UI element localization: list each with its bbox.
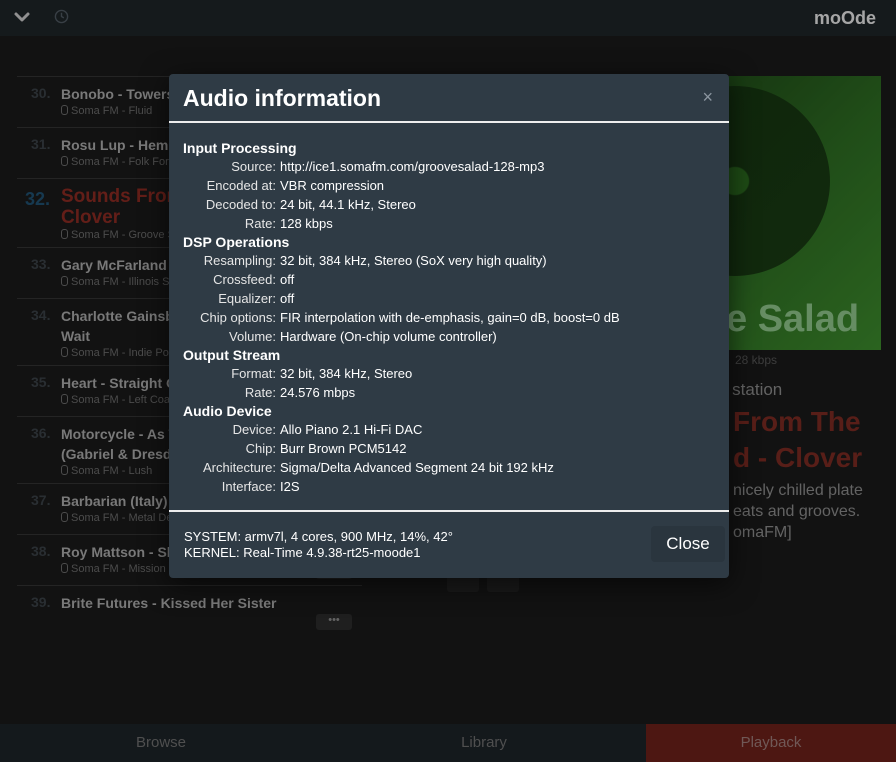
info-row: Source: http://ice1.somafm.com/groovesala…	[183, 157, 715, 176]
info-value: I2S	[280, 479, 300, 494]
info-label: Rate:	[244, 216, 276, 231]
info-row: Equalizer: off	[183, 289, 715, 308]
info-value: VBR compression	[280, 178, 385, 193]
info-label: Volume:	[229, 329, 276, 344]
info-label: Resampling:	[203, 253, 276, 268]
info-row: Format: 32 bit, 384 kHz, Stereo	[183, 364, 715, 383]
info-row: Interface: I2S	[183, 477, 715, 496]
info-row: Volume: Hardware (On-chip volume controll…	[183, 327, 715, 346]
info-value: Burr Brown PCM5142	[280, 441, 407, 456]
info-row: Architecture: Sigma/Delta Advanced Segmen…	[183, 458, 715, 477]
info-label: Equalizer:	[218, 291, 276, 306]
section-heading: Input Processing	[183, 140, 297, 156]
info-value: off	[280, 272, 295, 287]
info-value: 24 bit, 44.1 kHz, Stereo	[280, 197, 416, 212]
info-row: Decoded to: 24 bit, 44.1 kHz, Stereo	[183, 195, 715, 214]
info-row: Rate: 24.576 mbps	[183, 383, 715, 402]
info-label: Device:	[232, 422, 276, 437]
info-value: off	[280, 291, 295, 306]
info-label: Crossfeed:	[213, 272, 276, 287]
close-icon[interactable]: ×	[702, 87, 713, 108]
audio-info-modal: Audio information × Input Processing Sour…	[169, 74, 729, 578]
section-heading: Audio Device	[183, 403, 272, 419]
close-button[interactable]: Close	[651, 526, 725, 562]
info-row: Encoded at: VBR compression	[183, 176, 715, 195]
kernel-line: KERNEL: Real-Time 4.9.38-rt25-moode1	[184, 545, 421, 560]
info-label: Chip options:	[200, 310, 276, 325]
info-row: Device: Allo Piano 2.1 Hi-Fi DAC	[183, 420, 715, 439]
info-value: 32 bit, 384 kHz, Stereo	[280, 366, 413, 381]
info-row: Chip options: FIR interpolation with de-e…	[183, 308, 715, 327]
info-label: Source:	[231, 159, 276, 174]
info-value: FIR interpolation with de-emphasis, gain…	[280, 310, 620, 325]
modal-body: Input Processing Source: http://ice1.somaf…	[169, 123, 729, 512]
info-value: http://ice1.somafm.com/groovesalad-128-m…	[280, 159, 545, 174]
section-heading: DSP Operations	[183, 234, 290, 250]
section-heading: Output Stream	[183, 347, 281, 363]
info-value: 32 bit, 384 kHz, Stereo (SoX very high q…	[280, 253, 547, 268]
info-row: Rate: 128 kbps	[183, 214, 715, 233]
system-line: SYSTEM: armv7l, 4 cores, 900 MHz, 14%, 4…	[184, 529, 453, 544]
info-label: Encoded at:	[206, 178, 276, 193]
info-row: Crossfeed: off	[183, 270, 715, 289]
info-label: Format:	[231, 366, 276, 381]
info-label: Decoded to:	[205, 197, 276, 212]
info-value: Allo Piano 2.1 Hi-Fi DAC	[280, 422, 423, 437]
info-label: Chip:	[245, 441, 276, 456]
info-row: Chip: Burr Brown PCM5142	[183, 439, 715, 458]
info-value: Hardware (On-chip volume controller)	[280, 329, 497, 344]
info-value: 24.576 mbps	[280, 385, 356, 400]
info-label: Architecture:	[203, 460, 276, 475]
modal-title: Audio information	[183, 85, 382, 111]
info-label: Interface:	[221, 479, 276, 494]
info-value: 128 kbps	[280, 216, 333, 231]
info-row: Resampling: 32 bit, 384 kHz, Stereo (SoX …	[183, 251, 715, 270]
modal-footer: SYSTEM: armv7l, 4 cores, 900 MHz, 14%, 4…	[169, 510, 729, 578]
modal-header: Audio information ×	[169, 74, 729, 123]
system-info: SYSTEM: armv7l, 4 cores, 900 MHz, 14%, 4…	[184, 529, 453, 561]
info-value: Sigma/Delta Advanced Segment 24 bit 192 …	[280, 460, 554, 475]
info-label: Rate:	[244, 385, 276, 400]
